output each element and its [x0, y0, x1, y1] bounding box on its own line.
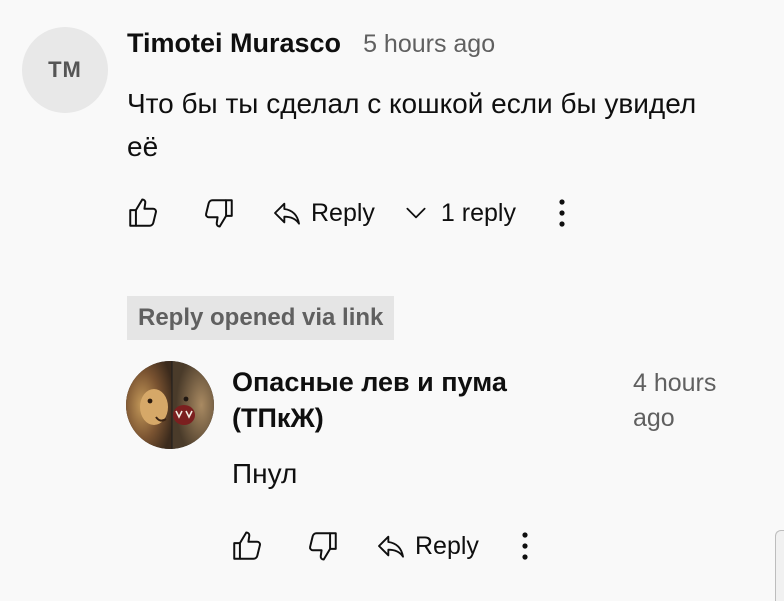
replies-toggle-button[interactable]: 1 reply — [403, 199, 516, 228]
reply-more-button[interactable] — [515, 531, 535, 561]
thumbs-up-icon — [233, 531, 261, 560]
reply-reply-label: Reply — [415, 531, 479, 560]
reply-author[interactable]: Опасные лев и пума (ТПкЖ) — [232, 364, 592, 436]
replies-count-label: 1 reply — [440, 198, 516, 227]
avatar-initials: TM — [48, 57, 82, 82]
reply-avatar[interactable] — [126, 361, 214, 449]
reply-arrow-icon — [274, 202, 300, 225]
comment-more-button[interactable] — [552, 198, 572, 228]
like-button[interactable] — [125, 196, 161, 230]
dislike-button[interactable] — [201, 196, 237, 230]
reply-text: Пнул — [232, 458, 298, 489]
reply-like-button[interactable] — [229, 529, 265, 563]
avatar[interactable]: TM — [22, 27, 108, 113]
reply-button[interactable]: Reply — [271, 197, 375, 229]
comment-header: Timotei Murasco 5 hours ago — [127, 28, 495, 59]
comment-text: Что бы ты сделал с кошкой если бы увидел… — [127, 88, 697, 162]
reply-opened-label: Reply opened via link — [138, 304, 384, 331]
thumbs-down-icon — [309, 532, 337, 561]
thumbs-up-icon — [129, 198, 157, 227]
scrollbar[interactable] — [775, 530, 784, 601]
reply-reply-button[interactable]: Reply — [375, 530, 479, 562]
comment-action-bar: Reply 1 reply — [125, 193, 572, 233]
lion-puma-avatar-image — [126, 361, 214, 449]
more-vertical-icon — [522, 532, 528, 560]
reply-label: Reply — [311, 198, 375, 227]
more-vertical-icon — [559, 199, 565, 227]
chevron-down-icon — [406, 207, 426, 219]
comment-author[interactable]: Timotei Murasco — [127, 28, 341, 59]
thumbs-down-icon — [205, 199, 233, 228]
comment-timestamp[interactable]: 5 hours ago — [363, 30, 495, 59]
reply-opened-via-link-badge: Reply opened via link — [127, 296, 395, 340]
reply-action-bar: Reply — [229, 526, 535, 566]
reply-dislike-button[interactable] — [305, 529, 341, 563]
reply-timestamp[interactable]: 4 hours ago — [633, 366, 753, 436]
reply-arrow-icon — [378, 535, 404, 558]
